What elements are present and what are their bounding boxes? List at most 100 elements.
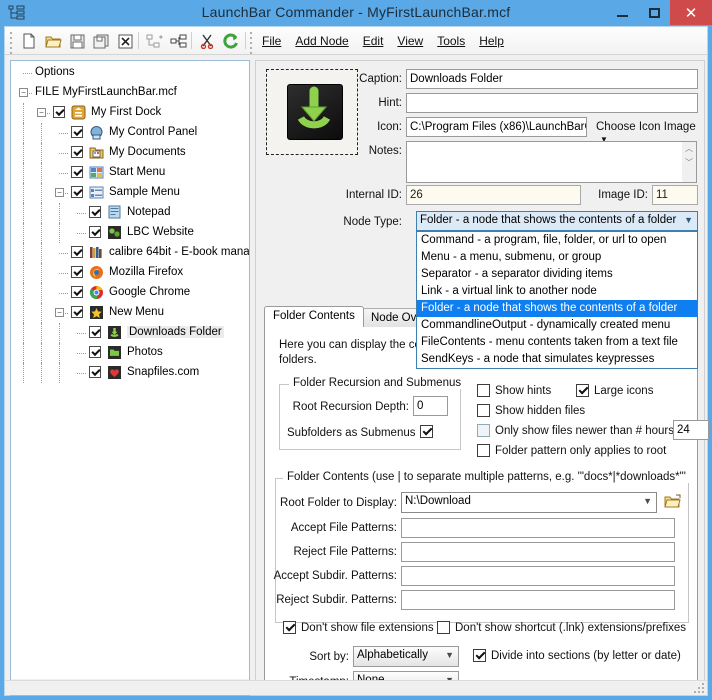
tree-node[interactable]: − New Menu [11,303,249,323]
tree-node-checkbox[interactable] [71,246,83,258]
tree-node-label: My Control Panel [109,126,198,138]
tree-connector [23,263,24,283]
tree-node-checkbox[interactable] [71,266,83,278]
menu-file[interactable]: File [255,33,288,49]
only-newer-files-checkbox[interactable] [477,424,490,437]
tree-node[interactable]: My Control Panel [11,123,249,143]
newer-hours-input[interactable]: 24 [673,420,709,440]
tree-node[interactable]: LBC Website [11,223,249,243]
divide-into-sections-checkbox[interactable] [473,649,486,662]
tree-node[interactable]: Photos [11,343,249,363]
notes-spinner[interactable]: ︿ ﹀ [682,141,697,183]
tree-connector [59,343,60,363]
tree-node[interactable]: − Sample Menu [11,183,249,203]
tree-expander[interactable]: − [55,308,64,317]
open-folder-icon[interactable] [42,31,64,51]
node-type-option[interactable]: Separator - a separator dividing items [417,266,697,283]
calibre-icon [89,245,104,260]
show-hidden-files-checkbox[interactable] [477,404,490,417]
sort-by-combobox[interactable]: Alphabetically ▼ [353,646,459,667]
tree-node-checkbox[interactable] [71,166,83,178]
tree-node-checkbox[interactable] [89,226,101,238]
close-button[interactable]: ✕ [670,0,712,25]
node-type-option[interactable]: Folder - a node that shows the contents … [417,300,697,317]
node-type-option[interactable]: Link - a virtual link to another node [417,283,697,300]
menu-edit[interactable]: Edit [356,33,391,49]
save-as-icon[interactable] [90,31,112,51]
node-type-option[interactable]: SendKeys - a node that simulates keypres… [417,351,697,368]
tree-node[interactable]: calibre 64bit - E-book management [11,243,249,263]
menubar-grip[interactable] [250,32,253,54]
save-icon[interactable] [66,31,88,51]
subfolders-as-submenus-checkbox[interactable] [420,425,433,438]
caption-input[interactable]: Downloads Folder [406,69,698,89]
tree-node-checkbox[interactable] [89,206,101,218]
tree-node-checkbox[interactable] [71,286,83,298]
tree-expander[interactable]: − [19,88,28,97]
tree-node[interactable]: Downloads Folder [11,323,249,343]
node-type-option[interactable]: Menu - a menu, submenu, or group [417,249,697,266]
node-type-dropdown-list[interactable]: Command - a program, file, folder, or ur… [416,231,698,369]
menu-tools[interactable]: Tools [430,33,472,49]
browse-folder-button[interactable] [663,492,683,511]
large-icons-checkbox[interactable] [576,384,589,397]
tree-node-checkbox[interactable] [71,306,83,318]
menu-help[interactable]: Help [472,33,511,49]
resize-grip[interactable] [694,683,704,693]
tree-node[interactable]: Start Menu [11,163,249,183]
folder-pattern-root-only-checkbox[interactable] [477,444,490,457]
add-sibling-node-icon[interactable] [167,31,189,51]
root-recursion-depth-input[interactable]: 0 [413,396,448,416]
menu-add-node[interactable]: Add Node [288,33,355,49]
icon-path-input[interactable]: C:\Program Files (x86)\LaunchBarCo [406,117,587,137]
node-tree-panel[interactable]: Options − FILE MyFirstLaunchBar.mcf − My Fir… [10,60,250,682]
reject-subdir-patterns-input[interactable] [401,590,675,610]
maximize-button[interactable] [638,0,670,25]
reject-file-patterns-input[interactable] [401,542,675,562]
tree-node-checkbox[interactable] [89,366,101,378]
tree-node-checkbox[interactable] [71,146,83,158]
tree-node-checkbox[interactable] [89,346,101,358]
node-type-option[interactable]: CommandlineOutput - dynamically created … [417,317,697,334]
show-hints-checkbox[interactable] [477,384,490,397]
tree-node[interactable]: Notepad [11,203,249,223]
chevron-up-icon[interactable]: ︿ [682,142,696,156]
root-folder-label: Root Folder to Display: [280,497,397,509]
tree-expander[interactable]: − [55,188,64,197]
tree-node[interactable]: − My First Dock [11,103,249,123]
cut-icon[interactable] [196,31,218,51]
tree-expander[interactable]: − [37,108,46,117]
node-type-combobox[interactable]: Folder - a node that shows the contents … [416,211,698,231]
add-child-node-icon[interactable] [143,31,165,51]
refresh-icon[interactable] [220,31,242,51]
menu-view[interactable]: View [390,33,430,49]
minimize-button[interactable] [606,0,638,25]
chevron-down-icon[interactable]: ﹀ [682,156,696,170]
hint-input[interactable] [406,93,698,113]
new-file-icon[interactable] [18,31,40,51]
tab-folder-contents[interactable]: Folder Contents [264,306,364,327]
toolbar-grip[interactable] [10,32,13,54]
hide-lnk-extensions-checkbox[interactable] [437,621,450,634]
tree-node[interactable]: Snapfiles.com [11,363,249,383]
delete-icon[interactable] [114,31,136,51]
accept-file-patterns-input[interactable] [401,518,675,538]
root-folder-combobox[interactable]: N:\Download ▼ [401,492,657,513]
accept-subdir-patterns-input[interactable] [401,566,675,586]
image-id-value: 11 [652,185,698,205]
tree-node[interactable]: My Documents [11,143,249,163]
tree-connector [23,163,24,183]
tree-node[interactable]: − FILE MyFirstLaunchBar.mcf [11,83,249,103]
tree-node[interactable]: Google Chrome [11,283,249,303]
notes-input[interactable] [406,141,683,183]
node-type-option[interactable]: FileContents - menu contents taken from … [417,334,697,351]
tree-node[interactable]: Options [11,63,249,83]
tree-node[interactable]: Mozilla Firefox [11,263,249,283]
tree-node-checkbox[interactable] [89,326,101,338]
node-type-option[interactable]: Command - a program, file, folder, or ur… [417,232,697,249]
tree-node-checkbox[interactable] [71,186,83,198]
node-type-value: Folder - a node that shows the contents … [420,214,677,226]
tree-node-checkbox[interactable] [53,106,65,118]
hide-file-extensions-checkbox[interactable] [283,621,296,634]
tree-node-checkbox[interactable] [71,126,83,138]
